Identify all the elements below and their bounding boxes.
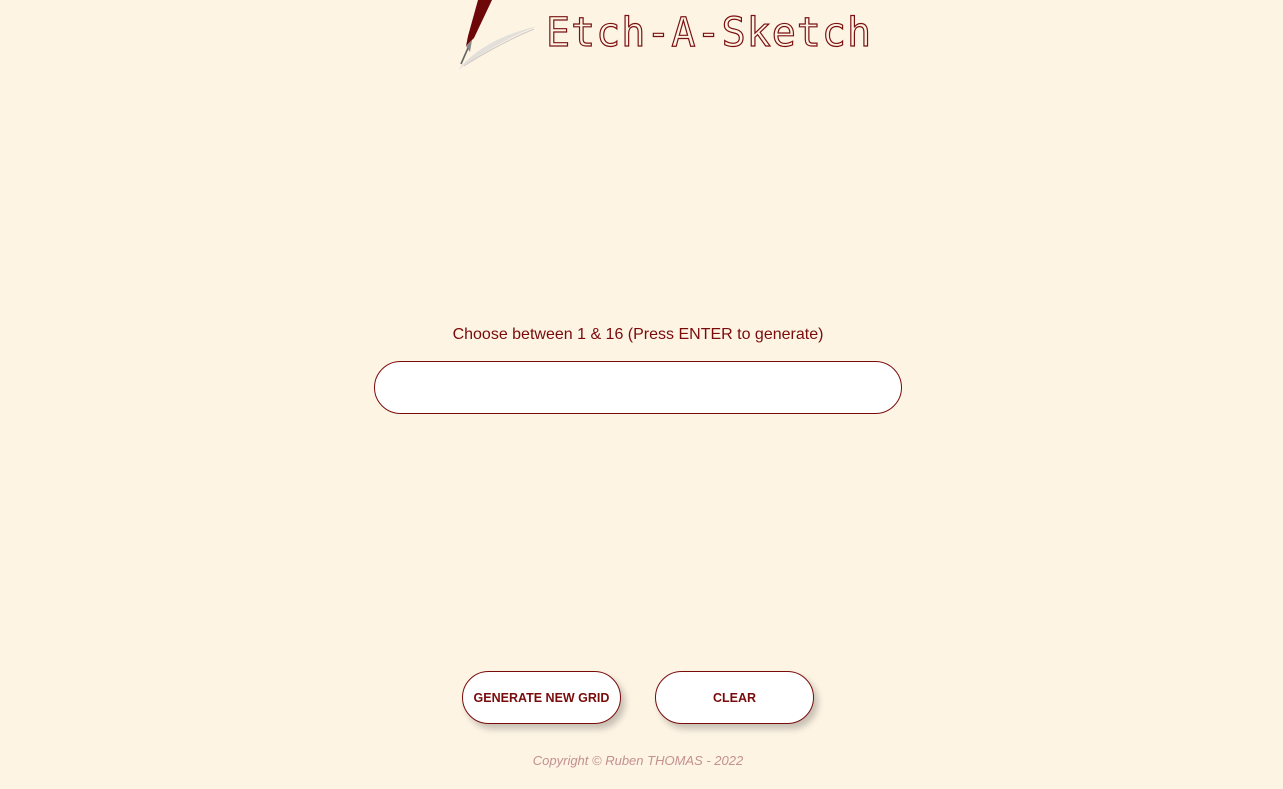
- grid-size-input[interactable]: [374, 361, 902, 414]
- header: Etch-A-Sketch: [0, 0, 1283, 80]
- generate-new-grid-button[interactable]: GENERATE NEW GRID: [462, 671, 621, 724]
- app-title: Etch-A-Sketch: [545, 9, 873, 56]
- copyright-footer: Copyright © Ruben THOMAS - 2022: [532, 753, 744, 768]
- app-page: Etch-A-Sketch Choose between 1 & 16 (Pre…: [0, 0, 1283, 789]
- grid-size-prompt: Choose between 1 & 16 (Press ENTER to ge…: [452, 326, 824, 343]
- quill-pen-icon: [458, 0, 538, 70]
- clear-button[interactable]: CLEAR: [655, 671, 814, 724]
